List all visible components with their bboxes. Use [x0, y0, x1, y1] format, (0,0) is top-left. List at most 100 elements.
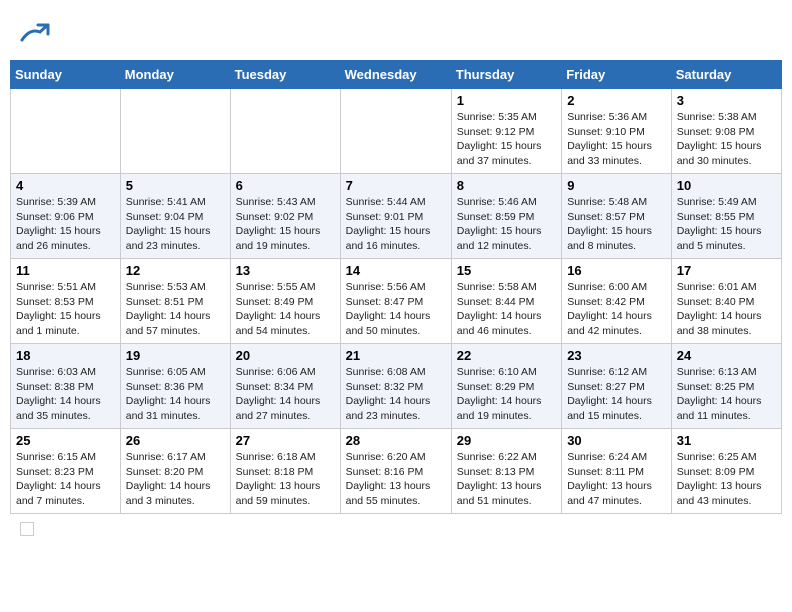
- calendar-cell: 18 Sunrise: 6:03 AM Sunset: 8:38 PM Dayli…: [11, 344, 121, 429]
- calendar-cell: 24 Sunrise: 6:13 AM Sunset: 8:25 PM Dayli…: [671, 344, 781, 429]
- daylight-box: [20, 522, 34, 536]
- day-info: Sunrise: 5:44 AM Sunset: 9:01 PM Dayligh…: [346, 195, 446, 254]
- calendar-cell: [120, 89, 230, 174]
- calendar-cell: 20Sunrise: 6:06 AM Sunset: 8:34 PM Dayli…: [230, 344, 340, 429]
- calendar-cell: 10 Sunrise: 5:49 AM Sunset: 8:55 PM Dayli…: [671, 174, 781, 259]
- day-info: Sunrise: 5:43 AM Sunset: 9:02 PM Dayligh…: [236, 195, 335, 254]
- day-number: 24: [677, 348, 776, 363]
- day-number: 19: [126, 348, 225, 363]
- calendar-cell: 31Sunrise: 6:25 AM Sunset: 8:09 PM Dayli…: [671, 429, 781, 514]
- calendar-cell: 29 Sunrise: 6:22 AM Sunset: 8:13 PM Dayli…: [451, 429, 561, 514]
- day-info: Sunrise: 6:13 AM Sunset: 8:25 PM Dayligh…: [677, 365, 776, 424]
- calendar-cell: [11, 89, 121, 174]
- day-info: Sunrise: 5:36 AM Sunset: 9:10 PM Dayligh…: [567, 110, 666, 169]
- calendar-cell: 27 Sunrise: 6:18 AM Sunset: 8:18 PM Dayli…: [230, 429, 340, 514]
- day-info: Sunrise: 6:01 AM Sunset: 8:40 PM Dayligh…: [677, 280, 776, 339]
- calendar-cell: 2 Sunrise: 5:36 AM Sunset: 9:10 PM Daylig…: [562, 89, 672, 174]
- calendar-week-row: 11 Sunrise: 5:51 AM Sunset: 8:53 PM Dayli…: [11, 259, 782, 344]
- calendar-cell: 25Sunrise: 6:15 AM Sunset: 8:23 PM Dayli…: [11, 429, 121, 514]
- day-info: Sunrise: 6:17 AM Sunset: 8:20 PM Dayligh…: [126, 450, 225, 509]
- day-number: 8: [457, 178, 556, 193]
- day-number: 22: [457, 348, 556, 363]
- calendar-day-header: Friday: [562, 61, 672, 89]
- day-info: Sunrise: 6:10 AM Sunset: 8:29 PM Dayligh…: [457, 365, 556, 424]
- calendar-cell: 15 Sunrise: 5:58 AM Sunset: 8:44 PM Dayli…: [451, 259, 561, 344]
- calendar-header-row: SundayMondayTuesdayWednesdayThursdayFrid…: [11, 61, 782, 89]
- calendar-week-row: 4 Sunrise: 5:39 AM Sunset: 9:06 PM Daylig…: [11, 174, 782, 259]
- day-info: Sunrise: 6:00 AM Sunset: 8:42 PM Dayligh…: [567, 280, 666, 339]
- calendar-cell: 7 Sunrise: 5:44 AM Sunset: 9:01 PM Daylig…: [340, 174, 451, 259]
- day-info: Sunrise: 5:55 AM Sunset: 8:49 PM Dayligh…: [236, 280, 335, 339]
- calendar-cell: 6 Sunrise: 5:43 AM Sunset: 9:02 PM Daylig…: [230, 174, 340, 259]
- day-number: 12: [126, 263, 225, 278]
- footer: [10, 514, 782, 536]
- calendar-cell: 30Sunrise: 6:24 AM Sunset: 8:11 PM Dayli…: [562, 429, 672, 514]
- day-info: Sunrise: 5:51 AM Sunset: 8:53 PM Dayligh…: [16, 280, 115, 339]
- calendar-cell: [230, 89, 340, 174]
- day-number: 29: [457, 433, 556, 448]
- day-number: 11: [16, 263, 115, 278]
- calendar-cell: 19Sunrise: 6:05 AM Sunset: 8:36 PM Dayli…: [120, 344, 230, 429]
- page-header: [10, 10, 782, 55]
- calendar-week-row: 18 Sunrise: 6:03 AM Sunset: 8:38 PM Dayli…: [11, 344, 782, 429]
- day-number: 3: [677, 93, 776, 108]
- calendar-cell: 11 Sunrise: 5:51 AM Sunset: 8:53 PM Dayli…: [11, 259, 121, 344]
- day-info: Sunrise: 5:38 AM Sunset: 9:08 PM Dayligh…: [677, 110, 776, 169]
- calendar-cell: 5 Sunrise: 5:41 AM Sunset: 9:04 PM Daylig…: [120, 174, 230, 259]
- day-number: 20: [236, 348, 335, 363]
- day-info: Sunrise: 5:35 AM Sunset: 9:12 PM Dayligh…: [457, 110, 556, 169]
- calendar-cell: [340, 89, 451, 174]
- day-info: Sunrise: 5:49 AM Sunset: 8:55 PM Dayligh…: [677, 195, 776, 254]
- day-number: 6: [236, 178, 335, 193]
- calendar-cell: 14 Sunrise: 5:56 AM Sunset: 8:47 PM Dayli…: [340, 259, 451, 344]
- calendar-day-header: Wednesday: [340, 61, 451, 89]
- day-number: 17: [677, 263, 776, 278]
- day-info: Sunrise: 6:03 AM Sunset: 8:38 PM Dayligh…: [16, 365, 115, 424]
- day-info: Sunrise: 6:20 AM Sunset: 8:16 PM Dayligh…: [346, 450, 446, 509]
- day-info: Sunrise: 6:22 AM Sunset: 8:13 PM Dayligh…: [457, 450, 556, 509]
- day-number: 5: [126, 178, 225, 193]
- day-number: 25: [16, 433, 115, 448]
- logo: [20, 20, 54, 50]
- calendar-cell: 26Sunrise: 6:17 AM Sunset: 8:20 PM Dayli…: [120, 429, 230, 514]
- day-number: 1: [457, 93, 556, 108]
- calendar-day-header: Sunday: [11, 61, 121, 89]
- calendar-day-header: Thursday: [451, 61, 561, 89]
- calendar-table: SundayMondayTuesdayWednesdayThursdayFrid…: [10, 60, 782, 514]
- day-info: Sunrise: 6:24 AM Sunset: 8:11 PM Dayligh…: [567, 450, 666, 509]
- day-info: Sunrise: 6:18 AM Sunset: 8:18 PM Dayligh…: [236, 450, 335, 509]
- day-info: Sunrise: 5:39 AM Sunset: 9:06 PM Dayligh…: [16, 195, 115, 254]
- calendar-week-row: 25Sunrise: 6:15 AM Sunset: 8:23 PM Dayli…: [11, 429, 782, 514]
- calendar-cell: 1 Sunrise: 5:35 AM Sunset: 9:12 PM Daylig…: [451, 89, 561, 174]
- day-number: 2: [567, 93, 666, 108]
- day-info: Sunrise: 6:08 AM Sunset: 8:32 PM Dayligh…: [346, 365, 446, 424]
- calendar-cell: 23Sunrise: 6:12 AM Sunset: 8:27 PM Dayli…: [562, 344, 672, 429]
- calendar-cell: 16 Sunrise: 6:00 AM Sunset: 8:42 PM Dayli…: [562, 259, 672, 344]
- day-number: 15: [457, 263, 556, 278]
- day-number: 18: [16, 348, 115, 363]
- day-number: 10: [677, 178, 776, 193]
- day-info: Sunrise: 5:56 AM Sunset: 8:47 PM Dayligh…: [346, 280, 446, 339]
- day-number: 7: [346, 178, 446, 193]
- day-info: Sunrise: 5:53 AM Sunset: 8:51 PM Dayligh…: [126, 280, 225, 339]
- day-info: Sunrise: 5:58 AM Sunset: 8:44 PM Dayligh…: [457, 280, 556, 339]
- calendar-cell: 28Sunrise: 6:20 AM Sunset: 8:16 PM Dayli…: [340, 429, 451, 514]
- day-number: 16: [567, 263, 666, 278]
- calendar-cell: 21 Sunrise: 6:08 AM Sunset: 8:32 PM Dayli…: [340, 344, 451, 429]
- day-number: 4: [16, 178, 115, 193]
- calendar-cell: 8Sunrise: 5:46 AM Sunset: 8:59 PM Daylig…: [451, 174, 561, 259]
- day-number: 27: [236, 433, 335, 448]
- day-info: Sunrise: 5:48 AM Sunset: 8:57 PM Dayligh…: [567, 195, 666, 254]
- calendar-day-header: Monday: [120, 61, 230, 89]
- day-number: 31: [677, 433, 776, 448]
- day-number: 21: [346, 348, 446, 363]
- calendar-cell: 12 Sunrise: 5:53 AM Sunset: 8:51 PM Dayli…: [120, 259, 230, 344]
- day-info: Sunrise: 5:41 AM Sunset: 9:04 PM Dayligh…: [126, 195, 225, 254]
- day-number: 14: [346, 263, 446, 278]
- calendar-week-row: 1 Sunrise: 5:35 AM Sunset: 9:12 PM Daylig…: [11, 89, 782, 174]
- calendar-cell: 17 Sunrise: 6:01 AM Sunset: 8:40 PM Dayli…: [671, 259, 781, 344]
- day-number: 23: [567, 348, 666, 363]
- calendar-cell: 9 Sunrise: 5:48 AM Sunset: 8:57 PM Daylig…: [562, 174, 672, 259]
- logo-icon: [20, 20, 50, 50]
- day-number: 9: [567, 178, 666, 193]
